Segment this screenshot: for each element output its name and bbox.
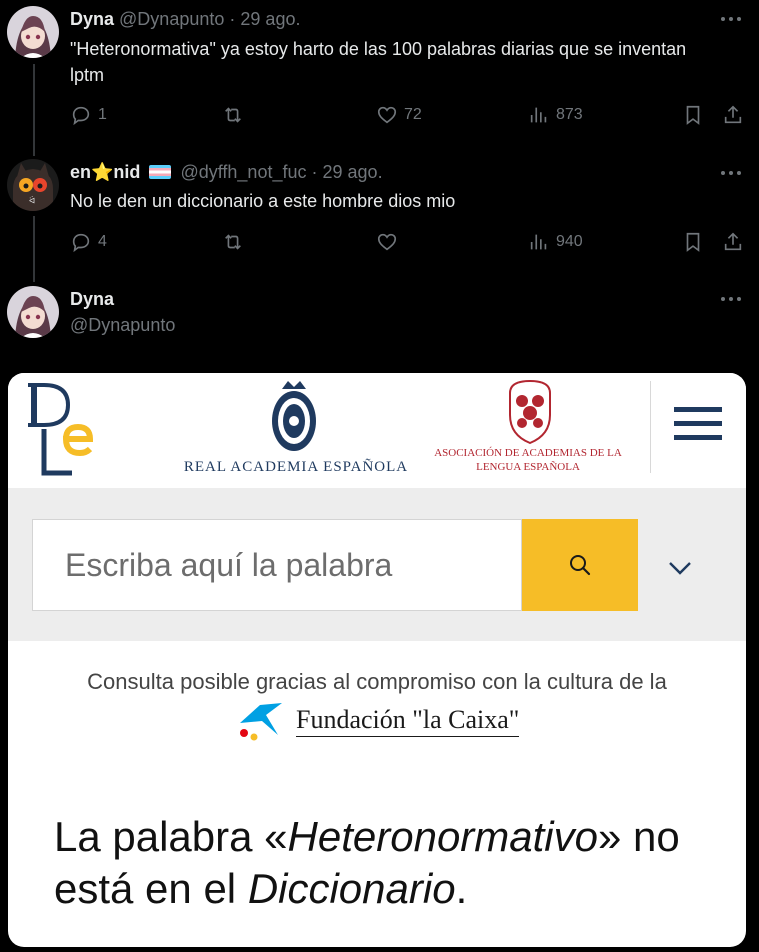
search-band — [8, 488, 746, 641]
reply-count: 4 — [98, 233, 107, 250]
bookmark-button[interactable] — [682, 231, 704, 253]
sponsor-logo[interactable]: Fundación "la Caixa" — [234, 701, 520, 741]
tweet-text: No le den un diccionario a este hombre d… — [70, 191, 456, 211]
views-count: 873 — [556, 106, 583, 123]
repost-icon — [225, 107, 241, 123]
share-icon — [724, 105, 742, 124]
user-handle[interactable]: @Dynapunto — [119, 9, 224, 29]
bookmark-button[interactable] — [682, 104, 704, 126]
bookmark-icon — [686, 105, 700, 125]
share-button[interactable] — [722, 104, 744, 126]
svg-text:ᐛ: ᐛ — [29, 195, 35, 205]
tweet-header: Dyna @Dynapunto · 29 ago. — [70, 9, 300, 30]
share-button[interactable] — [722, 231, 744, 253]
search-input[interactable] — [33, 520, 521, 610]
repost-icon — [225, 234, 241, 250]
chevron-down-icon — [669, 562, 691, 575]
dle-logo — [28, 383, 94, 476]
attached-image[interactable]: REAL ACADEMIA ESPAÑOLA ASOCIACIÓN DE ACA… — [8, 373, 746, 947]
avatar[interactable]: ᐛ — [7, 159, 59, 211]
views-count: 940 — [556, 233, 583, 250]
user-handle[interactable]: @dyffh_not_fuc — [180, 162, 306, 182]
tweet-text: "Heteronormativa" ya estoy harto de las … — [70, 39, 687, 85]
caixa-star-icon — [240, 703, 282, 741]
header-divider — [650, 381, 651, 473]
heart-icon — [377, 106, 397, 124]
sponsor-text: Consulta posible gracias al compromiso c… — [87, 669, 667, 694]
more-icon[interactable] — [721, 294, 743, 304]
tweet-header: en⭐nid @dyffh_not_fuc · 29 ago. — [70, 162, 383, 183]
avatar[interactable] — [7, 286, 59, 338]
repost-button[interactable] — [222, 231, 250, 253]
views-icon — [530, 234, 547, 250]
display-name[interactable]: en⭐nid — [70, 162, 140, 182]
search-box — [32, 519, 522, 611]
rae-header: REAL ACADEMIA ESPAÑOLA ASOCIACIÓN DE ACA… — [8, 373, 746, 488]
tweet-date[interactable]: 29 ago. — [240, 9, 300, 29]
trans-flag-icon — [149, 165, 172, 179]
asale-name-line2: LENGUA ESPAÑOLA — [476, 461, 580, 473]
result-message: La palabra «Heteronormativo» no está en … — [54, 811, 734, 915]
like-count: 72 — [404, 106, 422, 123]
separator-dot: · — [311, 162, 318, 182]
reply-button[interactable]: 1 — [70, 104, 107, 126]
reply-icon — [72, 106, 90, 126]
rae-shield-icon — [272, 381, 316, 451]
result-prefix: La palabra « — [54, 813, 288, 860]
tweet-header: Dyna — [70, 289, 114, 310]
result-end: . — [455, 865, 468, 912]
asale-name-line1: ASOCIACIÓN DE ACADEMIAS DE LA — [434, 447, 622, 459]
more-icon[interactable] — [721, 168, 743, 178]
like-button[interactable]: 72 — [376, 104, 422, 126]
rae-name: REAL ACADEMIA ESPAÑOLA — [183, 459, 409, 475]
repost-button[interactable] — [222, 104, 250, 126]
user-handle-row: @Dynapunto — [70, 315, 175, 336]
search-button[interactable] — [522, 519, 638, 611]
search-icon — [570, 555, 591, 576]
display-name[interactable]: Dyna — [70, 9, 114, 29]
reply-button[interactable]: 4 — [70, 231, 107, 253]
more-icon[interactable] — [721, 14, 743, 24]
reply-icon — [72, 233, 90, 253]
display-name[interactable]: Dyna — [70, 289, 114, 309]
thread-line — [33, 216, 35, 282]
views-button[interactable]: 873 — [528, 104, 583, 126]
separator-dot: · — [229, 9, 236, 29]
asale-seal-icon — [509, 379, 551, 445]
avatar[interactable] — [7, 6, 59, 58]
views-button[interactable]: 940 — [528, 231, 583, 253]
search-options-dropdown[interactable] — [658, 553, 702, 583]
hamburger-menu-icon[interactable] — [674, 407, 722, 443]
searched-word: Heteronormativo — [287, 813, 598, 860]
share-icon — [724, 232, 742, 251]
bookmark-icon — [686, 232, 700, 252]
dictionary-word: Diccionario — [247, 865, 456, 912]
heart-icon — [377, 233, 397, 251]
like-button[interactable] — [376, 231, 404, 253]
reply-count: 1 — [98, 106, 107, 123]
tweet-date[interactable]: 29 ago. — [323, 162, 383, 182]
thread-line — [33, 64, 35, 156]
views-icon — [530, 107, 547, 123]
user-handle[interactable]: @Dynapunto — [70, 315, 175, 335]
sponsor-name: Fundación "la Caixa" — [296, 705, 520, 737]
